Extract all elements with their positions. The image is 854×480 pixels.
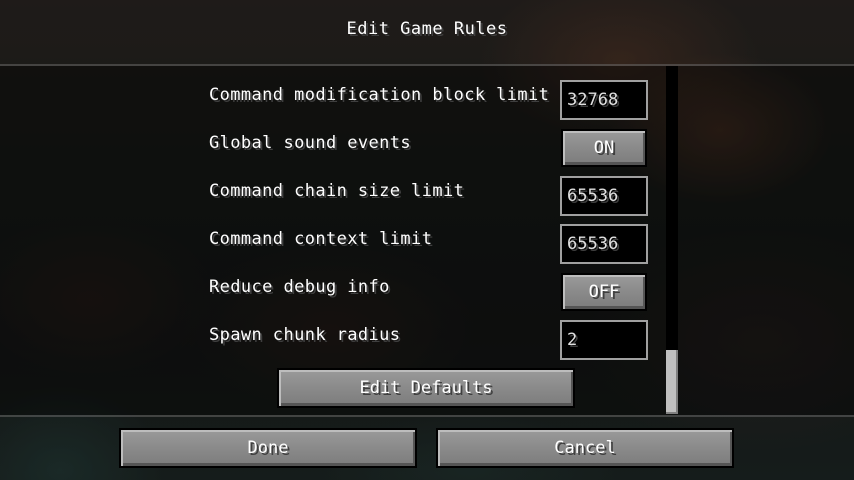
rule-row-command-context-limit: Command context limit 65536	[0, 224, 854, 264]
rule-value-input[interactable]: 65536	[560, 224, 648, 264]
rule-row-command-chain-size-limit: Command chain size limit 65536	[0, 176, 854, 216]
rule-label: Command chain size limit	[209, 181, 465, 201]
rule-label: Command modification block limit	[209, 85, 550, 105]
rule-label: Reduce debug info	[209, 277, 390, 297]
done-button[interactable]: Done	[119, 428, 417, 468]
rule-value-input[interactable]: 32768	[560, 80, 648, 120]
rule-row-reduce-debug-info: Reduce debug info OFF	[0, 272, 854, 312]
rule-label: Spawn chunk radius	[209, 325, 401, 345]
rule-label: Global sound events	[209, 133, 412, 153]
rule-toggle-button[interactable]: ON	[561, 129, 647, 167]
game-rules-list[interactable]: Command modification block limit 32768 G…	[0, 64, 854, 417]
rule-toggle-button[interactable]: OFF	[561, 273, 647, 311]
scrollbar-thumb[interactable]	[666, 350, 678, 414]
rule-value-input[interactable]: 65536	[560, 176, 648, 216]
rule-value-input[interactable]: 2	[560, 320, 648, 360]
rule-row-command-modification-block-limit: Command modification block limit 32768	[0, 80, 854, 120]
rule-row-global-sound-events: Global sound events ON	[0, 128, 854, 168]
cancel-button[interactable]: Cancel	[436, 428, 734, 468]
rule-label: Command context limit	[209, 229, 433, 249]
edit-defaults-button[interactable]: Edit Defaults	[277, 368, 575, 408]
rule-row-spawn-chunk-radius: Spawn chunk radius 2	[0, 320, 854, 360]
screen-title: Edit Game Rules	[346, 19, 508, 39]
list-scrollbar[interactable]	[666, 66, 678, 414]
